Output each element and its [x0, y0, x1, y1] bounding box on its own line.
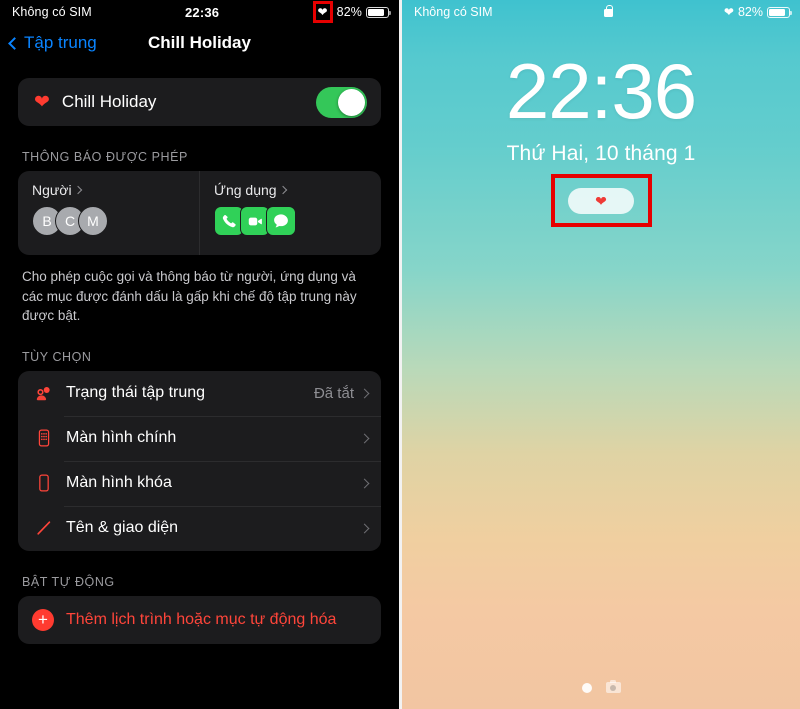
- focus-status-pill[interactable]: ❤: [568, 187, 634, 214]
- heart-icon: ❤: [34, 91, 50, 113]
- app-icons: [214, 206, 381, 236]
- options-header: TÙY CHỌN: [22, 349, 92, 364]
- row-value: Đã tắt: [313, 384, 354, 402]
- comparison-screenshot: Không có SIM 22:36 ❤ 82% Tập trung Chill…: [0, 0, 800, 709]
- plus-circle-icon: +: [32, 608, 54, 631]
- messages-icon: [266, 206, 296, 236]
- row-name-appearance[interactable]: Tên & giao diện: [18, 505, 381, 551]
- lock-screen-panel: Không có SIM ❤ 82% 22:36 Thứ Hai, 10 thá…: [402, 0, 800, 709]
- battery-percent-label: 82%: [737, 5, 763, 19]
- status-bar-time: 22:36: [184, 4, 220, 20]
- options-card: Trạng thái tập trung Đã tắt Màn hình chí…: [18, 370, 381, 551]
- navigation-bar: Tập trung Chill Holiday: [0, 24, 399, 62]
- back-button[interactable]: Tập trung: [8, 33, 97, 53]
- status-bar: Không có SIM 22:36 ❤ 82%: [0, 0, 399, 24]
- heart-icon: ❤: [595, 192, 607, 209]
- heart-icon: ❤: [317, 5, 328, 19]
- focus-status-icon: [32, 383, 56, 404]
- row-lock-screen[interactable]: Màn hình khóa: [18, 460, 381, 506]
- focus-enable-toggle[interactable]: [316, 86, 367, 118]
- apps-section[interactable]: Ứng dụng: [199, 171, 381, 255]
- lock-screen-bottom-controls: [402, 679, 800, 693]
- allowed-notifications-header: THÔNG BÁO ĐƯỢC PHÉP: [22, 150, 188, 164]
- carrier-label: Không có SIM: [12, 5, 92, 19]
- allowed-notifications-card: Người B C M Ứng dụng: [18, 171, 381, 255]
- lock-screen-date: Thứ Hai, 10 tháng 1: [506, 142, 696, 165]
- chevron-right-icon: [359, 523, 370, 534]
- battery-icon: [366, 6, 391, 18]
- heart-icon: ❤: [723, 5, 734, 19]
- people-avatars: B C M: [32, 206, 199, 236]
- lock-status-area: [493, 4, 724, 19]
- carrier-label: Không có SIM: [414, 5, 493, 19]
- row-focus-status[interactable]: Trạng thái tập trung Đã tắt: [18, 371, 381, 416]
- settings-focus-detail-panel: Không có SIM 22:36 ❤ 82% Tập trung Chill…: [0, 0, 399, 709]
- focus-enable-row[interactable]: ❤ Chill Holiday: [18, 78, 381, 126]
- lock-screen-icon: [32, 473, 56, 493]
- status-bar-right-group: ❤ 82%: [312, 1, 391, 23]
- toggle-knob: [338, 88, 365, 116]
- chevron-right-icon: [359, 478, 370, 489]
- chevron-right-icon: [278, 185, 287, 195]
- avatar: M: [78, 206, 108, 236]
- people-label-row: Người: [32, 182, 199, 198]
- pencil-icon: [32, 518, 56, 538]
- row-label: Màn hình chính: [66, 429, 177, 447]
- focus-indicator-highlight: ❤: [312, 1, 333, 23]
- chevron-right-icon: [73, 185, 82, 195]
- automation-header: BẬT TỰ ĐỘNG: [22, 574, 115, 589]
- camera-icon[interactable]: [605, 679, 621, 693]
- status-bar-right-group: ❤ 82%: [723, 5, 792, 19]
- row-label: Màn hình khóa: [66, 474, 172, 492]
- settings-content: ❤ Chill Holiday THÔNG BÁO ĐƯỢC PHÉP Ngườ…: [0, 78, 399, 644]
- focus-pill-highlight: ❤: [550, 174, 652, 227]
- people-label: Người: [32, 182, 72, 198]
- apps-label-row: Ứng dụng: [214, 182, 381, 198]
- back-button-label: Tập trung: [24, 33, 97, 52]
- apps-label: Ứng dụng: [214, 182, 277, 198]
- chevron-right-icon: [359, 433, 370, 444]
- add-automation-button[interactable]: + Thêm lịch trình hoặc mục tự động hóa: [18, 596, 381, 644]
- row-label: Trạng thái tập trung: [66, 384, 206, 402]
- add-automation-label: Thêm lịch trình hoặc mục tự động hóa: [66, 610, 337, 628]
- focus-name-label: Chill Holiday: [61, 92, 157, 111]
- chevron-left-icon: [8, 36, 21, 50]
- chevron-right-icon: [359, 388, 370, 399]
- row-home-screen[interactable]: Màn hình chính: [18, 415, 381, 461]
- automation-card: + Thêm lịch trình hoặc mục tự động hóa: [18, 595, 381, 644]
- people-section[interactable]: Người B C M: [18, 171, 199, 255]
- row-label: Tên & giao diện: [66, 519, 179, 537]
- lock-icon: [603, 4, 613, 17]
- flashlight-icon[interactable]: [581, 682, 592, 693]
- lock-screen-clock: 22:36: [505, 47, 697, 135]
- allowed-notifications-footnote: Cho phép cuộc gọi và thông báo từ người,…: [22, 269, 357, 324]
- lock-screen-status-bar: Không có SIM ❤ 82%: [402, 0, 800, 24]
- battery-percent-label: 82%: [336, 5, 362, 19]
- battery-icon: [767, 6, 792, 18]
- home-screen-icon: [32, 428, 56, 448]
